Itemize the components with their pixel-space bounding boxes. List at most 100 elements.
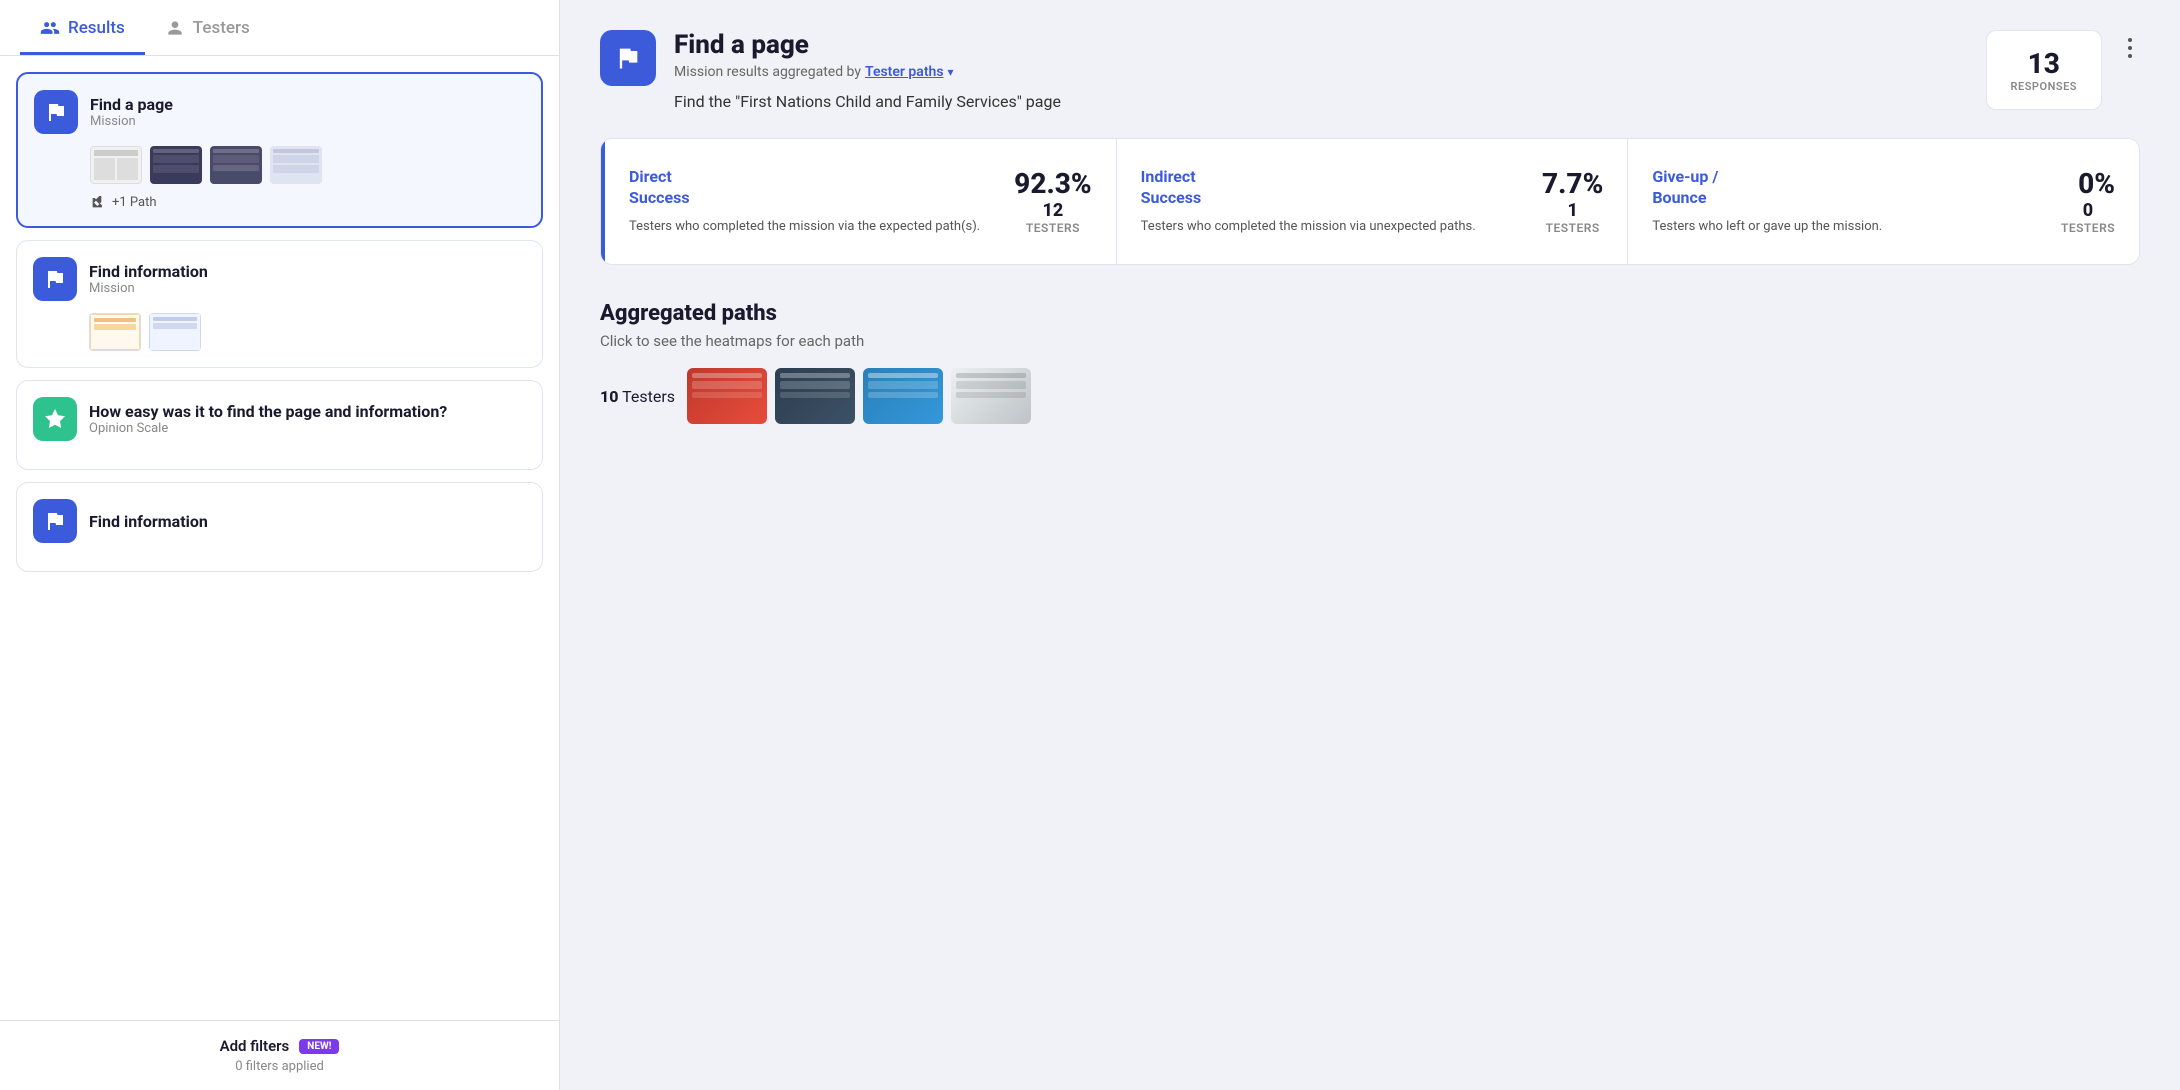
mission-icon-find-a-page <box>34 90 78 134</box>
mission-info: Find a page Mission <box>90 95 173 129</box>
mission-type-3: Opinion Scale <box>89 421 447 436</box>
new-badge: NEW! <box>299 1039 339 1054</box>
detail-icon <box>600 30 656 86</box>
mission-header-3: How easy was it to find the page and inf… <box>33 397 526 441</box>
left-panel: Results Testers Find a page Mission <box>0 0 560 1090</box>
more-dot-3 <box>2128 54 2132 58</box>
mission-icon-find-info-2 <box>33 499 77 543</box>
aggregated-paths-subtitle: Click to see the heatmaps for each path <box>600 332 2140 350</box>
mission-title: Find a page <box>90 95 173 114</box>
responses-count: 13 <box>2011 47 2077 80</box>
stat-card-indirect-success[interactable]: IndirectSuccess Testers who completed th… <box>1117 139 1629 264</box>
paths-row: 10 Testers <box>600 368 2140 424</box>
thumbnail-4 <box>270 146 322 184</box>
mission-title-2: Find information <box>89 262 208 281</box>
thumbnail-3 <box>210 146 262 184</box>
mission-type-2: Mission <box>89 281 208 296</box>
stat-category-direct: DirectSuccess <box>629 167 998 209</box>
mission-icon-opinion <box>33 397 77 441</box>
stat-content-direct: DirectSuccess Testers who completed the … <box>629 167 998 236</box>
right-panel: Find a page Mission results aggregated b… <box>560 0 2180 1090</box>
detail-title: Find a page <box>674 30 1968 60</box>
path-branch-icon <box>90 194 106 210</box>
stat-percentage-giveup: 0% <box>2061 167 2115 200</box>
thumbnail-2-2 <box>149 313 201 351</box>
path-thumb-2[interactable] <box>775 368 855 424</box>
flag-icon-2 <box>43 267 67 291</box>
testers-icon <box>165 18 185 38</box>
stat-description-direct: Testers who completed the mission via th… <box>629 217 998 237</box>
stat-testers-direct: TESTERS <box>1014 221 1092 235</box>
stat-content-indirect: IndirectSuccess Testers who completed th… <box>1141 167 1526 236</box>
aggregated-by-link[interactable]: Tester paths <box>865 64 944 80</box>
stat-category-indirect: IndirectSuccess <box>1141 167 1526 209</box>
mission-icon-find-info <box>33 257 77 301</box>
add-filters-label[interactable]: Add filters <box>220 1037 290 1055</box>
stat-testers-giveup: TESTERS <box>2061 221 2115 235</box>
path-tag-label: +1 Path <box>112 195 157 210</box>
paths-testers-number: 10 <box>600 387 618 406</box>
mission-card-opinion-scale[interactable]: How easy was it to find the page and inf… <box>16 380 543 470</box>
mission-header: Find a page Mission <box>34 90 525 134</box>
paths-testers-count: 10 Testers <box>600 387 675 406</box>
mission-header-4: Find information <box>33 499 526 543</box>
stat-card-give-up[interactable]: Give-up /Bounce Testers who left or gave… <box>1628 139 2139 264</box>
stat-card-direct-success[interactable]: DirectSuccess Testers who completed the … <box>601 139 1117 264</box>
thumbnail-2 <box>150 146 202 184</box>
stat-numbers-indirect: 7.7% 1 TESTERS <box>1542 167 1603 235</box>
more-dot-1 <box>2128 38 2132 42</box>
path-thumbnails <box>687 368 1031 424</box>
mission-card-find-information[interactable]: Find information Mission <box>16 240 543 368</box>
stat-description-giveup: Testers who left or gave up the mission. <box>1652 217 2045 237</box>
mission-info-4: Find information <box>89 512 208 531</box>
tab-results-label: Results <box>68 18 125 38</box>
stats-row: DirectSuccess Testers who completed the … <box>600 138 2140 265</box>
more-options-button[interactable] <box>2120 30 2140 66</box>
flag-icon-4 <box>43 509 67 533</box>
aggregated-by-prefix: Mission results aggregated by <box>674 64 861 80</box>
aggregated-by: Mission results aggregated by Tester pat… <box>674 64 1968 80</box>
mission-list: Find a page Mission <box>0 56 559 1020</box>
aggregated-paths-title: Aggregated paths <box>600 301 2140 326</box>
responses-box: 13 RESPONSES <box>1986 30 2102 110</box>
mission-type: Mission <box>90 114 173 129</box>
stat-count-giveup: 0 <box>2061 200 2115 221</box>
flag-icon <box>44 100 68 124</box>
detail-header: Find a page Mission results aggregated b… <box>600 30 2140 114</box>
stat-numbers-direct: 92.3% 12 TESTERS <box>1014 167 1092 235</box>
bottom-bar-row: Add filters NEW! <box>220 1037 340 1055</box>
results-icon <box>40 18 60 38</box>
mission-title-4: Find information <box>89 512 208 531</box>
detail-info: Find a page Mission results aggregated b… <box>674 30 1968 114</box>
stat-percentage-direct: 92.3% <box>1014 167 1092 200</box>
more-dot-2 <box>2128 46 2132 50</box>
bottom-bar: Add filters NEW! 0 filters applied <box>0 1020 559 1090</box>
mission-card-find-a-page[interactable]: Find a page Mission <box>16 72 543 228</box>
mission-header-2: Find information Mission <box>33 257 526 301</box>
path-thumb-4[interactable] <box>951 368 1031 424</box>
stat-numbers-giveup: 0% 0 TESTERS <box>2061 167 2115 235</box>
path-thumb-3[interactable] <box>863 368 943 424</box>
path-thumb-1[interactable] <box>687 368 767 424</box>
stat-count-direct: 12 <box>1014 200 1092 221</box>
paths-testers-label: Testers <box>622 387 675 406</box>
stat-category-giveup: Give-up /Bounce <box>1652 167 2045 209</box>
stat-count-indirect: 1 <box>1542 200 1603 221</box>
stat-testers-indirect: TESTERS <box>1542 221 1603 235</box>
chevron-down-icon[interactable]: ▾ <box>948 65 954 79</box>
stat-content-giveup: Give-up /Bounce Testers who left or gave… <box>1652 167 2045 236</box>
star-icon <box>43 407 67 431</box>
filters-applied: 0 filters applied <box>235 1059 324 1074</box>
tab-testers[interactable]: Testers <box>145 0 270 55</box>
tab-results[interactable]: Results <box>20 0 145 55</box>
mission-thumbnails-2 <box>89 313 526 351</box>
mission-info-2: Find information Mission <box>89 262 208 296</box>
thumbnail-2-1 <box>89 313 141 351</box>
mission-title-3: How easy was it to find the page and inf… <box>89 402 447 421</box>
mission-thumbnails <box>90 146 525 184</box>
path-tag: +1 Path <box>90 194 525 210</box>
tabs-bar: Results Testers <box>0 0 559 56</box>
detail-flag-icon <box>614 44 642 72</box>
mission-card-find-info-2[interactable]: Find information <box>16 482 543 572</box>
stat-description-indirect: Testers who completed the mission via un… <box>1141 217 1526 237</box>
